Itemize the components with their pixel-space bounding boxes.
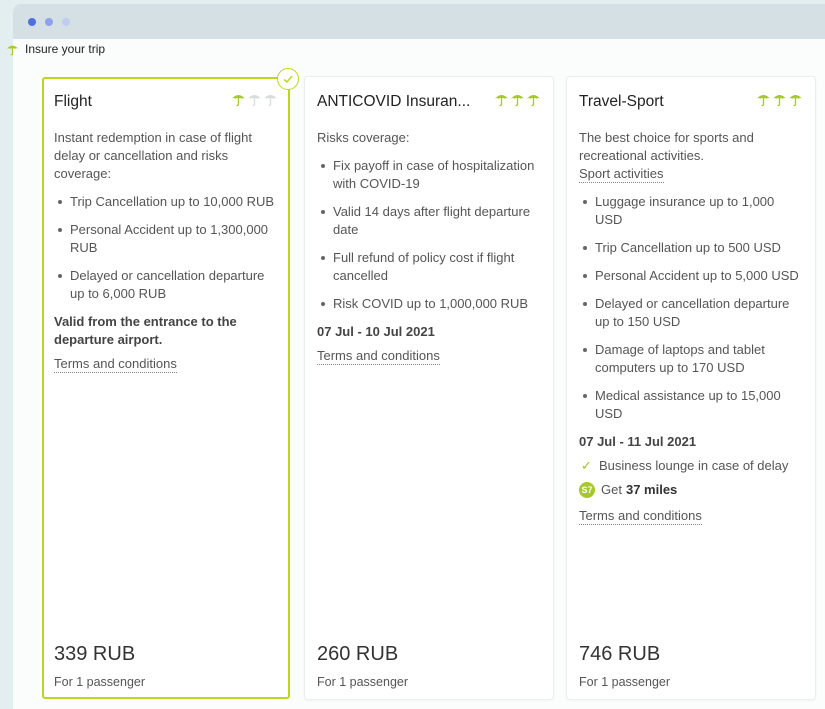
coverage-item: Personal Accident up to 5,000 USD xyxy=(579,267,803,285)
coverage-item: Medical assistance up to 15,000 USD xyxy=(579,387,803,423)
terms-link[interactable]: Terms and conditions xyxy=(579,508,702,525)
coverage-list: Luggage insurance up to 1,000 USD Trip Ca… xyxy=(579,193,803,423)
coverage-item: Trip Cancellation up to 10,000 RUB xyxy=(54,193,278,211)
umbrella-icon xyxy=(247,92,262,112)
coverage-item: Delayed or cancellation departure up to … xyxy=(54,267,278,303)
umbrella-icon xyxy=(756,92,771,112)
miles-prefix: Get xyxy=(601,482,622,497)
title-bar xyxy=(13,4,825,39)
coverage-item: Fix payoff in case of hospitalization wi… xyxy=(317,157,541,193)
window-dot-3[interactable] xyxy=(62,18,70,26)
card-title: ANTICOVID Insuran... xyxy=(317,93,471,110)
terms-link[interactable]: Terms and conditions xyxy=(317,348,440,365)
coverage-item: Luggage insurance up to 1,000 USD xyxy=(579,193,803,229)
card-intro: The best choice for sports and recreatio… xyxy=(579,130,754,163)
umbrella-rating xyxy=(756,92,803,112)
card-title: Travel-Sport xyxy=(579,93,664,110)
coverage-item: Trip Cancellation up to 500 USD xyxy=(579,239,803,257)
umbrella-rating xyxy=(494,92,541,112)
coverage-item: Personal Accident up to 1,300,000 RUB xyxy=(54,221,278,257)
coverage-list: Fix payoff in case of hospitalization wi… xyxy=(317,157,541,313)
umbrella-icon xyxy=(494,92,509,112)
umbrella-icon xyxy=(510,92,525,112)
umbrella-icon xyxy=(6,43,19,56)
umbrella-icon xyxy=(231,92,246,112)
umbrella-icon xyxy=(263,92,278,112)
coverage-item: Delayed or cancellation departure up to … xyxy=(579,295,803,331)
umbrella-icon xyxy=(772,92,787,112)
section-header: Insure your trip xyxy=(6,41,105,57)
price: 339 RUB xyxy=(54,643,136,665)
window-dot-1[interactable] xyxy=(28,18,36,26)
insurance-card-flight[interactable]: Flight Instant redemption in case of fli… xyxy=(42,68,299,699)
card-intro: Instant redemption in case of flight del… xyxy=(54,130,253,181)
feature-item: ✓ Business lounge in case of delay xyxy=(579,457,803,475)
feature-label: Business lounge in case of delay xyxy=(599,458,789,473)
validity-note: Valid from the entrance to the departure… xyxy=(54,314,237,347)
price: 746 RUB xyxy=(579,643,661,665)
passenger-count: For 1 passenger xyxy=(317,675,409,689)
section-title: Insure your trip xyxy=(25,42,106,56)
coverage-item: Risk COVID up to 1,000,000 RUB xyxy=(317,295,541,313)
miles-bonus: S7 Get 37 miles xyxy=(579,481,803,499)
s7-logo-icon: S7 xyxy=(579,482,595,498)
price: 260 RUB xyxy=(317,643,399,665)
insurance-card-anticovid[interactable]: ANTICOVID Insuran... Risks coverage: Fix… xyxy=(305,77,553,699)
umbrella-icon xyxy=(526,92,541,112)
umbrella-icon xyxy=(788,92,803,112)
coverage-item: Damage of laptops and tablet computers u… xyxy=(579,341,803,377)
sport-activities-link[interactable]: Sport activities xyxy=(579,166,664,183)
policy-dates: 07 Jul - 10 Jul 2021 xyxy=(317,324,435,339)
window-dot-2[interactable] xyxy=(45,18,53,26)
coverage-item: Valid 14 days after flight departure dat… xyxy=(317,203,541,239)
coverage-item: Full refund of policy cost if flight can… xyxy=(317,249,541,285)
card-title: Flight xyxy=(54,93,92,110)
passenger-count: For 1 passenger xyxy=(579,675,671,689)
policy-dates: 07 Jul - 11 Jul 2021 xyxy=(579,434,697,449)
card-intro: Risks coverage: xyxy=(317,130,410,145)
miles-value: 37 miles xyxy=(625,482,678,497)
selected-check-icon xyxy=(277,68,299,90)
insurance-card-travel-sport[interactable]: Travel-Sport The best choice for sports … xyxy=(567,77,815,699)
checkmark-icon: ✓ xyxy=(581,458,592,473)
coverage-list: Trip Cancellation up to 10,000 RUB Person… xyxy=(54,193,278,303)
terms-link[interactable]: Terms and conditions xyxy=(54,356,177,373)
passenger-count: For 1 passenger xyxy=(54,675,146,689)
umbrella-rating xyxy=(231,92,278,112)
